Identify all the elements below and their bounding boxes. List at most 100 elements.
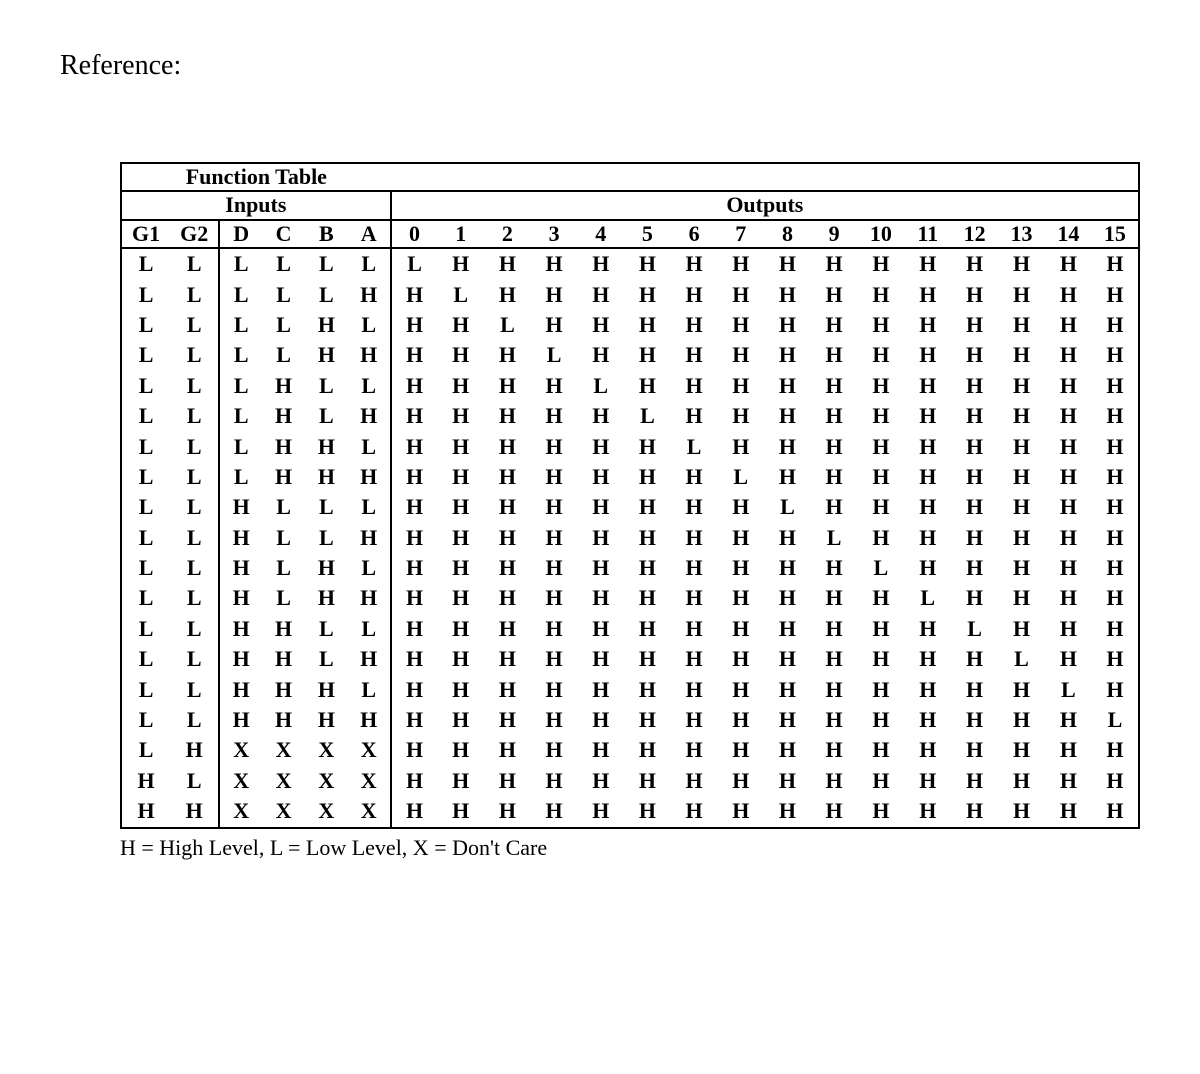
cell: L bbox=[121, 310, 170, 340]
cell: H bbox=[671, 401, 718, 431]
cell: L bbox=[170, 462, 219, 492]
cell: H bbox=[1092, 766, 1139, 796]
cell: H bbox=[484, 583, 531, 613]
table-row: LLLLLLLHHHHHHHHHHHHHHH bbox=[121, 248, 1139, 279]
cell: L bbox=[121, 583, 170, 613]
cell: L bbox=[170, 401, 219, 431]
col-header: 11 bbox=[904, 220, 951, 248]
cell: H bbox=[671, 705, 718, 735]
cell: H bbox=[391, 310, 438, 340]
cell: H bbox=[391, 462, 438, 492]
col-header: 4 bbox=[577, 220, 624, 248]
cell: H bbox=[484, 766, 531, 796]
cell: H bbox=[717, 280, 764, 310]
function-table-container: Function Table Inputs Outputs G1 G2 D C … bbox=[120, 162, 1140, 861]
cell: H bbox=[170, 735, 219, 765]
table-row: LLHHHLHHHHHHHHHHHHHHLH bbox=[121, 675, 1139, 705]
cell: H bbox=[531, 735, 578, 765]
cell: L bbox=[170, 492, 219, 522]
cell: H bbox=[717, 401, 764, 431]
cell: L bbox=[262, 523, 305, 553]
cell: H bbox=[951, 583, 998, 613]
cell: H bbox=[671, 248, 718, 279]
cell: H bbox=[624, 583, 671, 613]
cell: H bbox=[624, 705, 671, 735]
cell: H bbox=[717, 553, 764, 583]
cell: H bbox=[1092, 462, 1139, 492]
cell: L bbox=[262, 492, 305, 522]
cell: L bbox=[121, 614, 170, 644]
cell: H bbox=[305, 340, 348, 370]
cell: H bbox=[857, 432, 904, 462]
cell: H bbox=[811, 614, 858, 644]
cell: H bbox=[764, 553, 811, 583]
cell: X bbox=[219, 766, 262, 796]
cell: H bbox=[624, 766, 671, 796]
cell: H bbox=[1045, 553, 1092, 583]
cell: H bbox=[904, 462, 951, 492]
cell: H bbox=[717, 432, 764, 462]
cell: H bbox=[484, 644, 531, 674]
cell: H bbox=[951, 735, 998, 765]
cell: H bbox=[577, 280, 624, 310]
cell: H bbox=[577, 735, 624, 765]
cell: X bbox=[262, 735, 305, 765]
cell: H bbox=[1092, 796, 1139, 827]
cell: H bbox=[811, 796, 858, 827]
cell: H bbox=[951, 796, 998, 827]
cell: H bbox=[811, 401, 858, 431]
cell: L bbox=[811, 523, 858, 553]
cell: H bbox=[764, 614, 811, 644]
cell: H bbox=[391, 492, 438, 522]
cell: H bbox=[437, 644, 484, 674]
cell: H bbox=[671, 371, 718, 401]
cell: H bbox=[437, 796, 484, 827]
cell: H bbox=[624, 735, 671, 765]
cell: H bbox=[1092, 492, 1139, 522]
cell: H bbox=[717, 705, 764, 735]
cell: L bbox=[170, 248, 219, 279]
cell: H bbox=[857, 340, 904, 370]
col-header: 6 bbox=[671, 220, 718, 248]
cell: H bbox=[531, 280, 578, 310]
cell: X bbox=[348, 796, 391, 827]
cell: L bbox=[121, 492, 170, 522]
cell: H bbox=[262, 614, 305, 644]
cell: H bbox=[262, 644, 305, 674]
col-header: G1 bbox=[121, 220, 170, 248]
cell: H bbox=[951, 340, 998, 370]
cell: H bbox=[484, 705, 531, 735]
cell: H bbox=[811, 766, 858, 796]
cell: H bbox=[671, 523, 718, 553]
cell: L bbox=[170, 583, 219, 613]
cell: H bbox=[857, 523, 904, 553]
col-header: G2 bbox=[170, 220, 219, 248]
cell: H bbox=[624, 310, 671, 340]
cell: H bbox=[624, 280, 671, 310]
cell: L bbox=[262, 340, 305, 370]
cell: H bbox=[951, 492, 998, 522]
cell: L bbox=[219, 401, 262, 431]
cell: H bbox=[484, 735, 531, 765]
cell: H bbox=[857, 492, 904, 522]
col-header: 2 bbox=[484, 220, 531, 248]
cell: H bbox=[531, 553, 578, 583]
cell: H bbox=[998, 280, 1045, 310]
cell: H bbox=[671, 280, 718, 310]
cell: L bbox=[262, 583, 305, 613]
cell: H bbox=[951, 248, 998, 279]
cell: L bbox=[348, 553, 391, 583]
cell: L bbox=[305, 280, 348, 310]
cell: X bbox=[262, 766, 305, 796]
cell: H bbox=[811, 248, 858, 279]
cell: L bbox=[170, 432, 219, 462]
cell: H bbox=[857, 310, 904, 340]
cell: H bbox=[531, 705, 578, 735]
cell: H bbox=[305, 432, 348, 462]
cell: H bbox=[437, 462, 484, 492]
cell: H bbox=[531, 614, 578, 644]
cell: H bbox=[764, 705, 811, 735]
cell: L bbox=[764, 492, 811, 522]
cell: L bbox=[305, 371, 348, 401]
cell: H bbox=[998, 492, 1045, 522]
